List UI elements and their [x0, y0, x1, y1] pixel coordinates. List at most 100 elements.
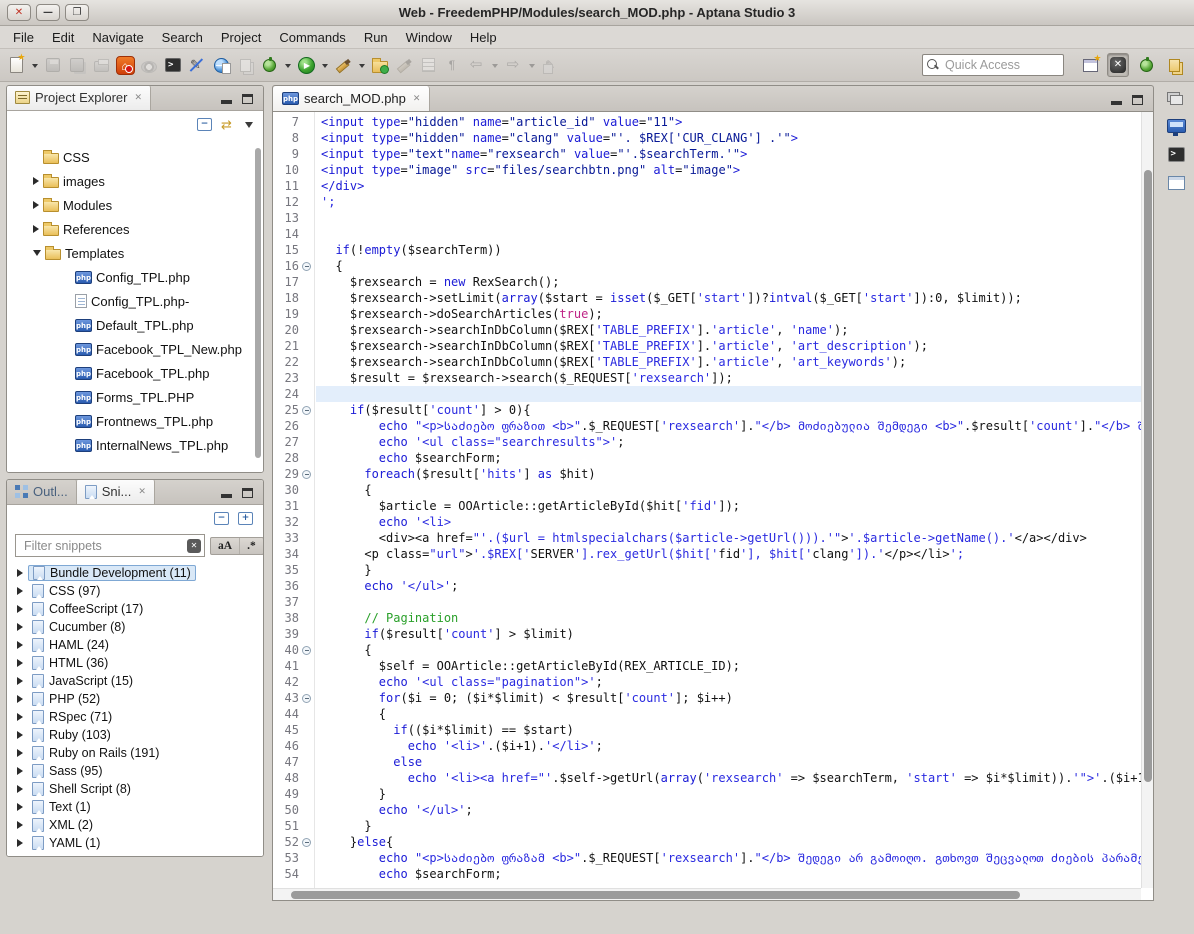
close-icon[interactable]: ✕: [134, 92, 142, 103]
fold-collapse-icon[interactable]: [302, 262, 311, 271]
code-line[interactable]: {: [321, 642, 1141, 658]
snippet-bundle-shell-script[interactable]: Shell Script (8): [13, 780, 263, 798]
code-line[interactable]: if(($i*$limit) == $start): [321, 722, 1141, 738]
fold-marker[interactable]: [299, 838, 313, 847]
code-line[interactable]: }else{: [321, 834, 1141, 850]
code-line[interactable]: <div><a href="'.($url = htmlspecialchars…: [321, 530, 1141, 546]
snippet-bundle-ruby-on-rails[interactable]: Ruby on Rails (191): [13, 744, 263, 762]
terminal-button[interactable]: [162, 53, 184, 77]
run-button[interactable]: [295, 53, 317, 77]
collapse-all-icon[interactable]: −: [197, 118, 212, 131]
fold-collapse-icon[interactable]: [302, 694, 311, 703]
minimize-view-icon[interactable]: [221, 100, 232, 104]
code-line[interactable]: else: [321, 754, 1141, 770]
app-explorer-view-icon[interactable]: [1168, 176, 1185, 190]
fold-marker[interactable]: [299, 406, 313, 415]
tab-project-explorer[interactable]: Project Explorer ✕: [7, 85, 151, 110]
code-line[interactable]: [321, 210, 1141, 226]
snippet-bundle-php[interactable]: PHP (52): [13, 690, 263, 708]
regex-button[interactable]: .*: [240, 538, 263, 554]
chevron-collapsed-icon[interactable]: [33, 201, 39, 209]
chevron-collapsed-icon[interactable]: [17, 749, 23, 757]
chevron-collapsed-icon[interactable]: [17, 713, 23, 721]
code-line[interactable]: [321, 594, 1141, 610]
fold-collapse-icon[interactable]: [302, 470, 311, 479]
close-icon[interactable]: ✕: [413, 93, 421, 104]
fold-marker[interactable]: [299, 694, 313, 703]
tree-item-facebook-tpl-new-php[interactable]: Facebook_TPL_New.php: [7, 337, 263, 361]
debug-button[interactable]: [258, 53, 280, 77]
terminal-view-icon[interactable]: [1168, 147, 1185, 162]
snippet-bundle-bundle-development[interactable]: Bundle Development (11): [13, 564, 263, 582]
external-tools-dropdown[interactable]: [356, 53, 367, 77]
vscroll-thumb[interactable]: [1144, 170, 1152, 782]
tree-item-forms-tpl-php[interactable]: Forms_TPL.PHP: [7, 385, 263, 409]
code-line[interactable]: {: [321, 706, 1141, 722]
code-line[interactable]: }: [321, 786, 1141, 802]
code-line[interactable]: echo $searchForm;: [321, 450, 1141, 466]
code-line[interactable]: echo '<ul class="searchresults">';: [321, 434, 1141, 450]
chevron-collapsed-icon[interactable]: [33, 225, 39, 233]
menu-help[interactable]: Help: [461, 28, 506, 47]
collapse-all-icon[interactable]: −: [214, 512, 229, 525]
tree-item-default-tpl-php[interactable]: Default_TPL.php: [7, 313, 263, 337]
chevron-collapsed-icon[interactable]: [17, 605, 23, 613]
code-line[interactable]: <input type="hidden" name="clang" value=…: [321, 130, 1141, 146]
code-line[interactable]: $article = OOArticle::getArticleById($hi…: [321, 498, 1141, 514]
code-line[interactable]: $rexsearch->searchInDbColumn($REX['TABLE…: [321, 338, 1141, 354]
link-with-editor-icon[interactable]: [221, 118, 236, 131]
close-icon[interactable]: ✕: [138, 486, 146, 497]
snippet-bundle-coffeescript[interactable]: CoffeeScript (17): [13, 600, 263, 618]
chevron-collapsed-icon[interactable]: [17, 785, 23, 793]
snippet-bundle-javascript[interactable]: JavaScript (15): [13, 672, 263, 690]
snippet-bundle-ruby[interactable]: Ruby (103): [13, 726, 263, 744]
chevron-collapsed-icon[interactable]: [17, 821, 23, 829]
code-line[interactable]: <input type="hidden" name="article_id" v…: [321, 114, 1141, 130]
debug-dropdown[interactable]: [282, 53, 293, 77]
chevron-collapsed-icon[interactable]: [17, 659, 23, 667]
code-line[interactable]: echo "<p>საძიებო ფრაზამ <b>".$_REQUEST['…: [321, 850, 1141, 866]
window-close-button[interactable]: ✕: [7, 4, 31, 21]
snippet-bundle-xml[interactable]: XML (2): [13, 816, 263, 834]
chevron-collapsed-icon[interactable]: [17, 587, 23, 595]
snippet-bundle-cucumber[interactable]: Cucumber (8): [13, 618, 263, 636]
chevron-expanded-icon[interactable]: [33, 250, 41, 256]
tree-item-modules[interactable]: Modules: [7, 193, 263, 217]
fold-marker[interactable]: [299, 262, 313, 271]
minimize-editor-icon[interactable]: [1111, 101, 1122, 105]
chevron-collapsed-icon[interactable]: [17, 677, 23, 685]
chevron-collapsed-icon[interactable]: [17, 623, 23, 631]
tree-item-templates[interactable]: Templates: [7, 241, 263, 265]
chevron-collapsed-icon[interactable]: [17, 803, 23, 811]
other-perspective-button[interactable]: [1163, 53, 1185, 77]
code-line[interactable]: echo '<li><a href="'.$self->getUrl(array…: [321, 770, 1141, 786]
tab-search-mod-php[interactable]: search_MOD.php ✕: [273, 86, 430, 111]
clear-filter-icon[interactable]: ✕: [187, 539, 201, 553]
tree-item-internalnews-tpl-php[interactable]: InternalNews_TPL.php: [7, 433, 263, 457]
snippet-bundle-sass[interactable]: Sass (95): [13, 762, 263, 780]
code-line[interactable]: foreach($result['hits'] as $hit): [321, 466, 1141, 482]
menu-commands[interactable]: Commands: [270, 28, 354, 47]
code-line[interactable]: echo '<li>: [321, 514, 1141, 530]
window-maximize-button[interactable]: ❐: [65, 4, 89, 21]
code-line[interactable]: $rexsearch->searchInDbColumn($REX['TABLE…: [321, 354, 1141, 370]
open-perspective-button[interactable]: [1079, 53, 1101, 77]
chevron-collapsed-icon[interactable]: [17, 839, 23, 847]
tab-snippets[interactable]: Sni... ✕: [77, 479, 155, 504]
tree-item-frontnews-tpl-php[interactable]: Frontnews_TPL.php: [7, 409, 263, 433]
code-line[interactable]: <input type="image" src="files/searchbtn…: [321, 162, 1141, 178]
code-line[interactable]: if($result['count'] > 0){: [321, 402, 1141, 418]
debug-perspective-button[interactable]: [1135, 53, 1157, 77]
code-line[interactable]: <input type="text"name="rexsearch" value…: [321, 146, 1141, 162]
fold-collapse-icon[interactable]: [302, 646, 311, 655]
tree-item-references[interactable]: References: [7, 217, 263, 241]
code-line[interactable]: </div>: [321, 178, 1141, 194]
menu-navigate[interactable]: Navigate: [83, 28, 152, 47]
code-line[interactable]: for($i = 0; ($i*$limit) < $result['count…: [321, 690, 1141, 706]
code-line[interactable]: $rexsearch->searchInDbColumn($REX['TABLE…: [321, 322, 1141, 338]
web-preview-icon[interactable]: [1167, 119, 1186, 133]
web-perspective-button[interactable]: [1107, 53, 1129, 77]
external-tools-button[interactable]: [332, 53, 354, 77]
snippet-bundle-text[interactable]: Text (1): [13, 798, 263, 816]
code-line[interactable]: [321, 226, 1141, 242]
